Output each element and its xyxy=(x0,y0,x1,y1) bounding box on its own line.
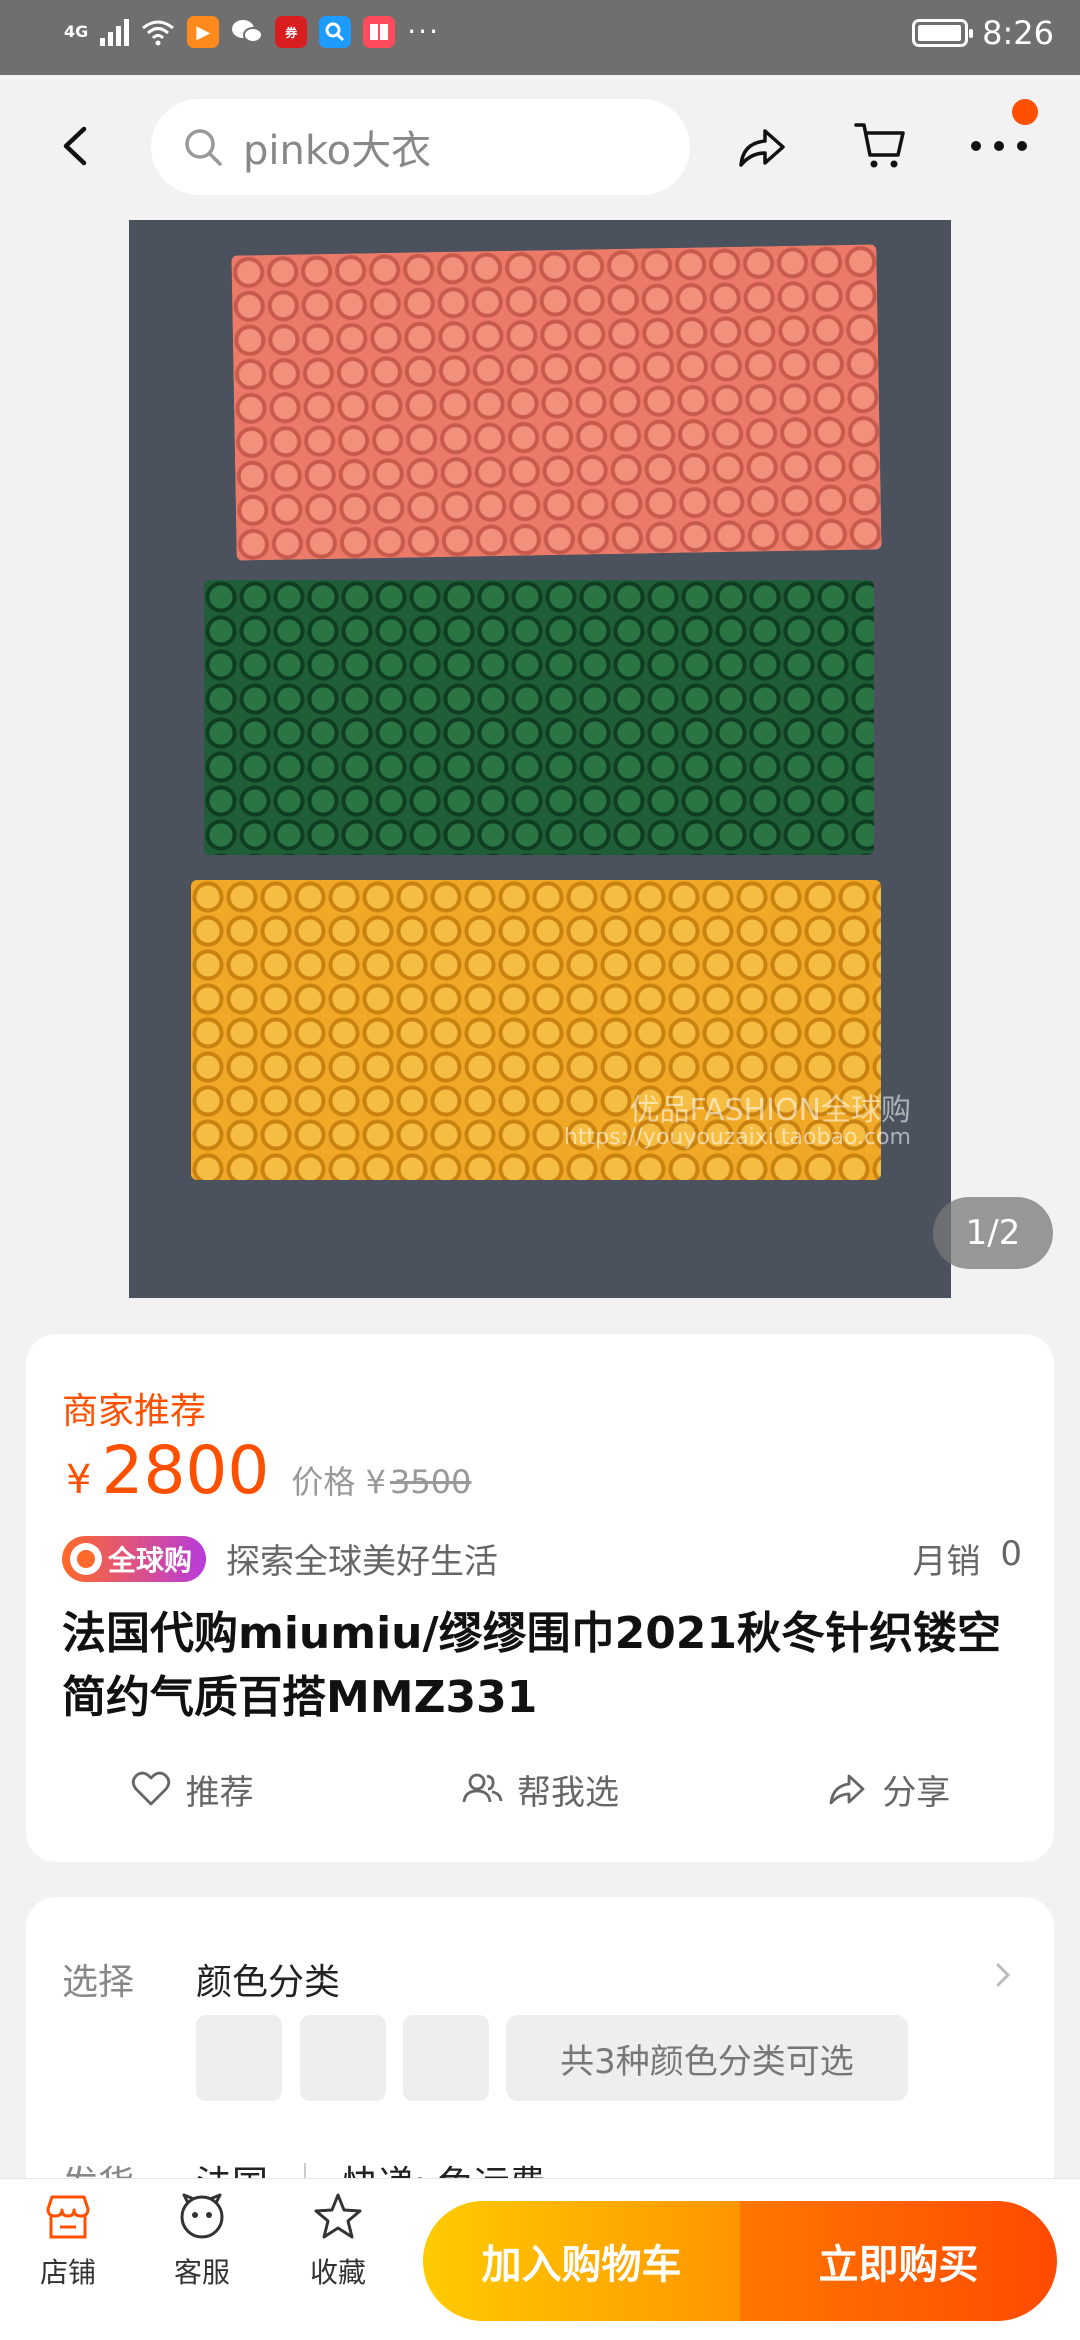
price-row: ¥ 2800 价格 ¥ 3500 xyxy=(66,1432,471,1509)
scarf-green xyxy=(204,580,874,855)
original-price: 3500 xyxy=(389,1463,472,1501)
star-icon xyxy=(314,2193,362,2239)
recommend-label: 推荐 xyxy=(185,1772,254,1813)
image-counter: 1/2 xyxy=(933,1197,1053,1269)
store-icon xyxy=(46,2195,90,2239)
watermark-url: https://youyouzaixi.taobao.com xyxy=(563,1125,911,1150)
status-bar: 4G ▶ 券 ··· 8:26 xyxy=(0,0,1080,75)
search-placeholder: pinko大衣 xyxy=(243,128,432,174)
slogan: 探索全球美好生活 xyxy=(226,1542,499,1582)
global-purchase-row: 全球购 探索全球美好生活 月销 0 xyxy=(62,1534,1022,1583)
favorite-tab[interactable]: 收藏 xyxy=(288,2189,388,2291)
wifi-icon xyxy=(142,20,175,46)
cart-icon[interactable] xyxy=(852,117,908,173)
global-purchase-badge[interactable]: 全球购 xyxy=(62,1535,207,1582)
share-icon[interactable] xyxy=(733,119,789,175)
more-dots-icon[interactable] xyxy=(968,131,1030,161)
signal-icon xyxy=(100,18,130,46)
book-app-icon xyxy=(363,16,396,48)
watermark-title: 优品FASHION全球购 xyxy=(629,1093,911,1128)
monthly-sales-value: 0 xyxy=(1000,1534,1022,1574)
search-app-icon xyxy=(319,16,352,48)
search-icon xyxy=(185,129,222,166)
original-price-label: 价格 ¥ xyxy=(291,1463,386,1501)
share-icon xyxy=(829,1774,865,1805)
service-label: 客服 xyxy=(173,2256,230,2289)
store-label: 店铺 xyxy=(39,2256,96,2289)
heart-icon xyxy=(131,1771,170,1806)
clock: 8:26 xyxy=(982,14,1054,52)
top-nav: pinko大衣 xyxy=(0,75,1080,220)
product-title: 法国代购miumiu/缪缪围巾2021秋冬针织镂空简约气质百搭MMZ331 xyxy=(62,1608,1002,1723)
select-label: 选择 xyxy=(62,1962,135,2003)
global-purchase-text: 全球购 xyxy=(108,1543,193,1577)
status-left: 4G ▶ 券 ··· xyxy=(64,16,440,48)
select-value: 颜色分类 xyxy=(196,1962,341,2003)
status-right: 8:26 xyxy=(912,14,1054,52)
product-image[interactable]: 优品FASHION全球购 https://youyouzaixi.taobao.… xyxy=(129,220,951,1298)
favorite-label: 收藏 xyxy=(309,2256,366,2289)
share-button[interactable]: 分享 xyxy=(826,1765,950,1814)
service-tab[interactable]: 客服 xyxy=(152,2189,252,2291)
scarf-pink xyxy=(231,244,882,561)
help-choose-button[interactable]: 帮我选 xyxy=(461,1765,619,1814)
product-actions: 推荐 帮我选 分享 xyxy=(26,1754,1054,1824)
current-price: 2800 xyxy=(101,1432,270,1509)
network-type: 4G xyxy=(64,22,89,41)
recommend-button[interactable]: 推荐 xyxy=(130,1765,254,1814)
back-arrow-icon[interactable] xyxy=(52,121,102,171)
store-tab[interactable]: 店铺 xyxy=(18,2189,118,2291)
add-to-cart-button[interactable]: 加入购物车 xyxy=(423,2201,740,2321)
buy-now-button[interactable]: 立即购买 xyxy=(740,2201,1057,2321)
merchant-recommend-label: 商家推荐 xyxy=(62,1391,207,1432)
customer-service-icon xyxy=(180,2193,224,2239)
global-purchase-icon xyxy=(70,1542,102,1575)
color-swatch[interactable] xyxy=(403,2015,489,2101)
bottom-action-bar: 店铺 客服 收藏 加入购物车 立即购买 xyxy=(0,2178,1080,2340)
color-options-more[interactable]: 共3种颜色分类可选 xyxy=(506,2015,908,2101)
wechat-icon xyxy=(231,16,264,48)
video-app-icon: ▶ xyxy=(187,16,220,48)
monthly-sales: 月销 0 xyxy=(912,1534,1022,1583)
red-app-icon: 券 xyxy=(275,16,308,48)
chevron-right-icon xyxy=(996,1963,1011,1987)
color-swatch[interactable] xyxy=(300,2015,386,2101)
notification-dot xyxy=(1012,99,1038,125)
people-icon xyxy=(462,1773,503,1803)
monthly-sales-label: 月销 xyxy=(912,1542,981,1582)
status-more: ··· xyxy=(407,15,440,48)
help-choose-label: 帮我选 xyxy=(516,1772,619,1813)
currency-symbol: ¥ xyxy=(66,1457,92,1503)
product-info-card: 商家推荐 ¥ 2800 价格 ¥ 3500 全球购 探索全球美好生活 月销 0 … xyxy=(26,1334,1054,1862)
share-label: 分享 xyxy=(882,1772,951,1813)
search-bar[interactable]: pinko大衣 xyxy=(151,99,690,195)
color-swatch[interactable] xyxy=(196,2015,282,2101)
battery-icon xyxy=(912,19,974,47)
